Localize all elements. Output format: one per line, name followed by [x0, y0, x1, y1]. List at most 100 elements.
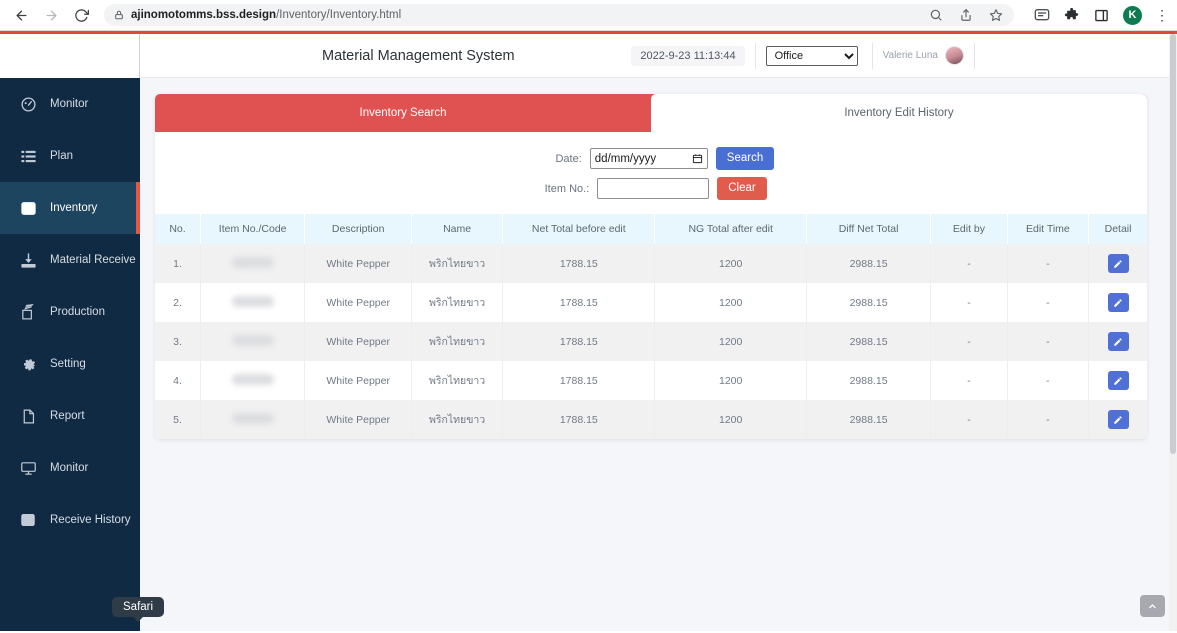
- tab-inventory-edit-history[interactable]: Inventory Edit History: [651, 94, 1147, 132]
- date-row: Date: dd/mm/yyyy Search: [528, 147, 775, 170]
- pencil-edit-icon: [1114, 376, 1122, 385]
- sidebar-item-receive-history[interactable]: Receive History: [0, 494, 140, 546]
- cell-edit-time: -: [1007, 322, 1090, 361]
- sidebar-item-monitor[interactable]: Monitor: [0, 78, 140, 130]
- page-scrollbar[interactable]: [1169, 34, 1177, 631]
- item-no-input[interactable]: [597, 178, 710, 199]
- edit-detail-button[interactable]: [1107, 293, 1129, 312]
- column-header-description: Description: [304, 214, 413, 244]
- sidebar-logo: [0, 34, 140, 78]
- cell-diff-net: 2988.15: [806, 322, 932, 361]
- profile-avatar[interactable]: K: [1123, 5, 1142, 25]
- share-icon[interactable]: [957, 7, 974, 24]
- scroll-to-top-button[interactable]: [1140, 595, 1165, 617]
- sidebar-item-label: Receive History: [50, 514, 131, 526]
- search-button[interactable]: Search: [715, 147, 775, 170]
- redacted-item-code: [231, 334, 274, 346]
- sidebar-item-monitor-2[interactable]: Monitor: [0, 442, 140, 494]
- divider: [754, 42, 756, 69]
- column-header-item-code: Item No./Code: [200, 214, 306, 244]
- date-input[interactable]: dd/mm/yyyy: [589, 148, 708, 169]
- safari-tooltip: Safari: [112, 597, 165, 617]
- cell-edit-time: -: [1007, 400, 1090, 439]
- cell-item-code: [200, 283, 306, 322]
- edit-detail-button[interactable]: [1107, 410, 1129, 429]
- table-row: 4. White Pepper พริกไทยขาว 1788.15 1200 …: [155, 361, 1147, 400]
- sidebar-item-setting[interactable]: Setting: [0, 338, 140, 390]
- date-placeholder: dd/mm/yyyy: [594, 152, 657, 165]
- item-row: Item No.: Clear: [535, 177, 767, 200]
- timestamp: 2022-9-23 11:13:44: [631, 45, 745, 66]
- clear-button[interactable]: Clear: [717, 177, 767, 200]
- avatar[interactable]: [945, 46, 964, 65]
- sidebar-item-inventory[interactable]: Inventory: [0, 182, 140, 234]
- chat-icon[interactable]: [1033, 7, 1050, 24]
- cell-edit-time: -: [1007, 361, 1090, 400]
- forward-arrow-icon: [46, 10, 56, 20]
- sidebar-item-label: Plan: [50, 150, 74, 162]
- scrollbar-thumb[interactable]: [1170, 34, 1176, 454]
- address-bar[interactable]: ajinomotomms.bss.design/Inventory/Invent…: [104, 4, 1014, 26]
- table-row: 1. White Pepper พริกไทยขาว 1788.15 1200 …: [155, 244, 1147, 283]
- forward-button[interactable]: [38, 2, 64, 28]
- cell-edit-by: -: [930, 283, 1008, 322]
- column-header-diff-net: Diff Net Total: [806, 214, 932, 244]
- sidebar-panel-icon[interactable]: [1093, 7, 1110, 24]
- back-arrow-icon: [16, 10, 26, 20]
- column-header-no: No.: [155, 214, 201, 244]
- cell-ng-after: 1200: [654, 361, 807, 400]
- cell-no: 5.: [155, 400, 201, 439]
- sidebar-item-label: Production: [50, 306, 105, 318]
- column-header-detail: Detail: [1088, 214, 1147, 244]
- sidebar-item-plan[interactable]: Plan: [0, 130, 140, 182]
- document-icon: [17, 408, 39, 425]
- cell-name: พริกไทยขาว: [411, 361, 504, 400]
- search-icon[interactable]: [927, 7, 944, 24]
- redacted-item-code: [231, 295, 274, 307]
- divider: [871, 42, 873, 69]
- sidebar-item-label: Material Receive: [50, 254, 136, 266]
- sidebar-item-report[interactable]: Report: [0, 390, 140, 442]
- cell-edit-time: -: [1007, 244, 1090, 283]
- reload-button[interactable]: [68, 2, 94, 28]
- pencil-edit-icon: [1114, 259, 1122, 268]
- extensions-puzzle-icon[interactable]: [1063, 7, 1080, 24]
- redacted-item-code: [231, 412, 274, 424]
- sidebar-item-label: Report: [50, 410, 85, 422]
- item-no-label: Item No.:: [544, 182, 590, 195]
- back-button[interactable]: [8, 2, 34, 28]
- cell-description: White Pepper: [304, 322, 413, 361]
- cell-name: พริกไทยขาว: [411, 400, 504, 439]
- sidebar-item-production[interactable]: Production: [0, 286, 140, 338]
- cell-diff-net: 2988.15: [806, 283, 932, 322]
- cell-description: White Pepper: [304, 244, 413, 283]
- edit-detail-button[interactable]: [1107, 332, 1129, 351]
- cell-net-before: 1788.15: [502, 361, 656, 400]
- bookmark-star-icon[interactable]: [987, 7, 1004, 24]
- edit-detail-button[interactable]: [1107, 254, 1129, 273]
- cell-edit-by: -: [930, 322, 1008, 361]
- sidebar-item-label: Inventory: [50, 202, 98, 214]
- sidebar-item-material-receive[interactable]: Material Receive: [0, 234, 140, 286]
- url-domain: ajinomotomms.bss.design: [131, 9, 277, 21]
- tab-bar: Inventory Search Inventory Edit History: [155, 94, 1147, 132]
- cell-net-before: 1788.15: [502, 400, 656, 439]
- app-header: Material Management System 2022-9-23 11:…: [140, 34, 1177, 78]
- three-dot-menu-icon[interactable]: ⋮: [1155, 8, 1169, 22]
- cell-detail: [1089, 244, 1147, 283]
- cell-edit-by: -: [930, 361, 1008, 400]
- calendar-icon[interactable]: [692, 153, 703, 164]
- gear-icon: [17, 356, 39, 373]
- cell-description: White Pepper: [304, 400, 413, 439]
- cell-edit-by: -: [930, 244, 1008, 283]
- tab-inventory-search[interactable]: Inventory Search: [155, 94, 651, 132]
- cell-item-code: [200, 322, 306, 361]
- office-select[interactable]: Office: [765, 45, 858, 66]
- cell-name: พริกไทยขาว: [411, 283, 504, 322]
- edit-detail-button[interactable]: [1107, 371, 1129, 390]
- table-row: 3. White Pepper พริกไทยขาว 1788.15 1200 …: [155, 322, 1147, 361]
- desktop-monitor-icon: [17, 460, 39, 477]
- cell-no: 3.: [155, 322, 201, 361]
- sidebar-item-label: Monitor: [50, 98, 89, 110]
- inventory-card: Inventory Search Inventory Edit History …: [155, 94, 1147, 439]
